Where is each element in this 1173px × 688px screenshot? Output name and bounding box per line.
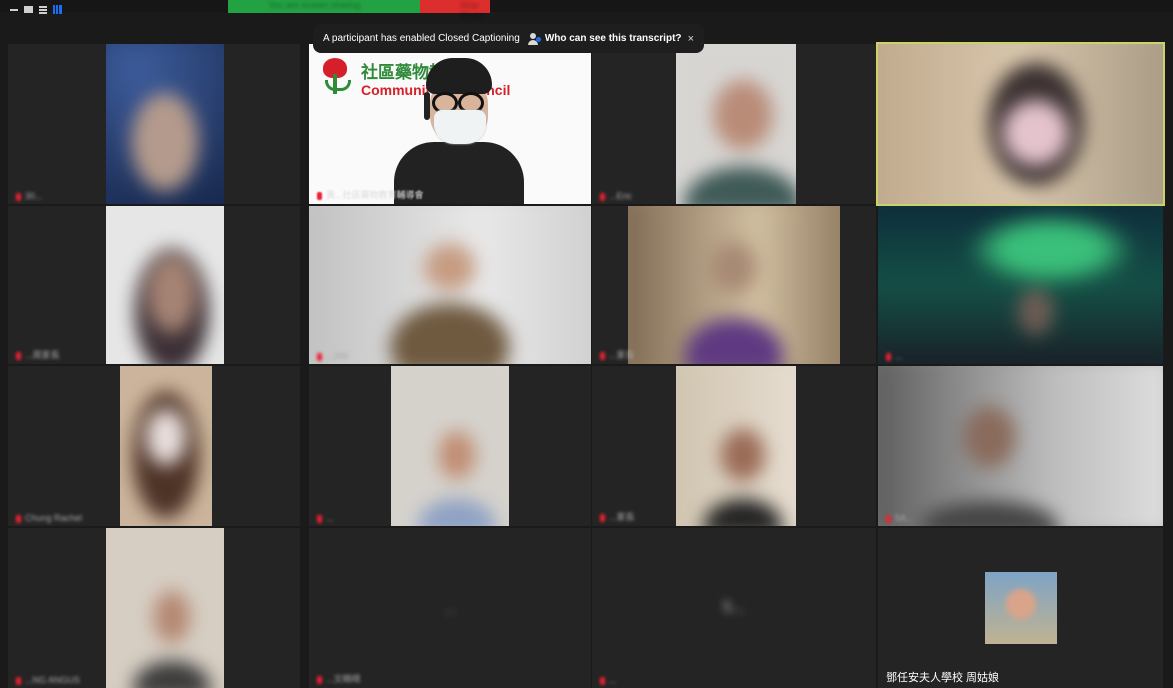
participant-tile[interactable]: ...周家長	[8, 206, 300, 364]
participant-tile[interactable]: 5A...	[878, 366, 1163, 526]
participant-name: 30...	[16, 191, 43, 201]
participant-name: ...Eric	[600, 191, 632, 201]
transcript-visibility-link[interactable]: Who can see this transcript?	[545, 33, 682, 44]
participant-tile[interactable]: ...Eric	[592, 44, 876, 204]
muted-mic-icon	[317, 191, 322, 200]
gallery-view-icon[interactable]	[53, 5, 62, 14]
muted-mic-icon	[16, 351, 21, 360]
muted-mic-icon	[886, 514, 891, 523]
muted-mic-icon	[600, 513, 605, 522]
muted-mic-icon	[317, 514, 322, 523]
participant-video	[628, 206, 840, 364]
organization-logo-icon	[321, 58, 351, 94]
participant-tile[interactable]: ...386	[309, 206, 591, 364]
participant-video	[106, 206, 224, 364]
participant-video	[878, 366, 1163, 526]
participant-tile[interactable]	[876, 42, 1165, 206]
participant-name-placeholder: ...	[444, 600, 456, 616]
participant-name: ...	[317, 513, 334, 523]
active-speaker-tile[interactable]: 社區藥物教 Community ry Council 黃...社區藥物教育輔導會	[309, 44, 591, 204]
participant-avatar	[985, 572, 1057, 644]
participant-video	[878, 206, 1163, 364]
participant-tile[interactable]: 5... ...	[592, 528, 876, 688]
participant-video	[120, 366, 212, 526]
muted-mic-icon	[600, 351, 605, 360]
speaker-video	[394, 58, 524, 204]
participant-tile[interactable]: 鄧任安夫人學校 周姑娘	[878, 528, 1163, 688]
participant-tile[interactable]: ... ...文曉晴	[309, 528, 591, 688]
participant-name: ...文曉晴	[317, 672, 361, 685]
minimize-view-icon[interactable]	[10, 8, 18, 11]
participant-video	[106, 528, 224, 688]
close-icon[interactable]: ×	[688, 33, 694, 45]
screen-share-indicator[interactable]: You are screen sharing	[228, 0, 420, 13]
top-toolbar	[0, 0, 1173, 14]
caption-message: A participant has enabled Closed Caption…	[323, 33, 520, 44]
participant-video	[106, 44, 224, 204]
participant-video	[309, 206, 591, 364]
muted-mic-icon	[600, 676, 605, 685]
participant-name: 鄧任安夫人學校 周姑娘	[886, 672, 1000, 684]
muted-mic-icon	[16, 676, 21, 685]
muted-mic-icon	[317, 352, 322, 361]
participant-tile[interactable]: ...	[878, 206, 1163, 364]
participant-tile[interactable]: ...家長	[592, 206, 876, 364]
stack-view-icon[interactable]	[39, 5, 47, 14]
participant-tile[interactable]: ...家長	[592, 366, 876, 526]
stop-share-button[interactable]: Stop Share	[420, 0, 490, 20]
view-switcher[interactable]	[10, 5, 62, 14]
participant-name: ...386	[317, 351, 349, 361]
participant-name-placeholder: 5...	[722, 599, 746, 616]
speaker-view-icon[interactable]	[24, 6, 33, 13]
participant-name: Chung Rachel	[16, 513, 82, 523]
participant-name: ...周家長	[16, 348, 60, 361]
participant-video	[676, 366, 796, 526]
participant-video	[676, 44, 796, 204]
participant-icon	[527, 32, 541, 45]
participant-name: 黃...社區藥物教育輔導會	[317, 188, 424, 201]
participant-name: ...家長	[600, 348, 635, 361]
muted-mic-icon	[16, 192, 21, 201]
participant-name: 5A...	[886, 513, 914, 523]
participant-name: ...家長	[600, 510, 635, 523]
participant-name: ...	[600, 675, 617, 685]
participant-video	[878, 44, 1163, 204]
participant-tile[interactable]: Chung Rachel	[8, 366, 300, 526]
participant-name: ...NG ANGUS	[16, 675, 80, 685]
participant-video	[391, 366, 509, 526]
muted-mic-icon	[600, 192, 605, 201]
participant-tile[interactable]: ...	[309, 366, 591, 526]
participant-name: ...	[886, 351, 903, 361]
muted-mic-icon	[317, 675, 322, 684]
participant-tile[interactable]: 30...	[8, 44, 300, 204]
participant-tile[interactable]: ...NG ANGUS	[8, 528, 300, 688]
muted-mic-icon	[16, 514, 21, 523]
muted-mic-icon	[886, 352, 891, 361]
closed-caption-banner: A participant has enabled Closed Caption…	[313, 24, 704, 53]
